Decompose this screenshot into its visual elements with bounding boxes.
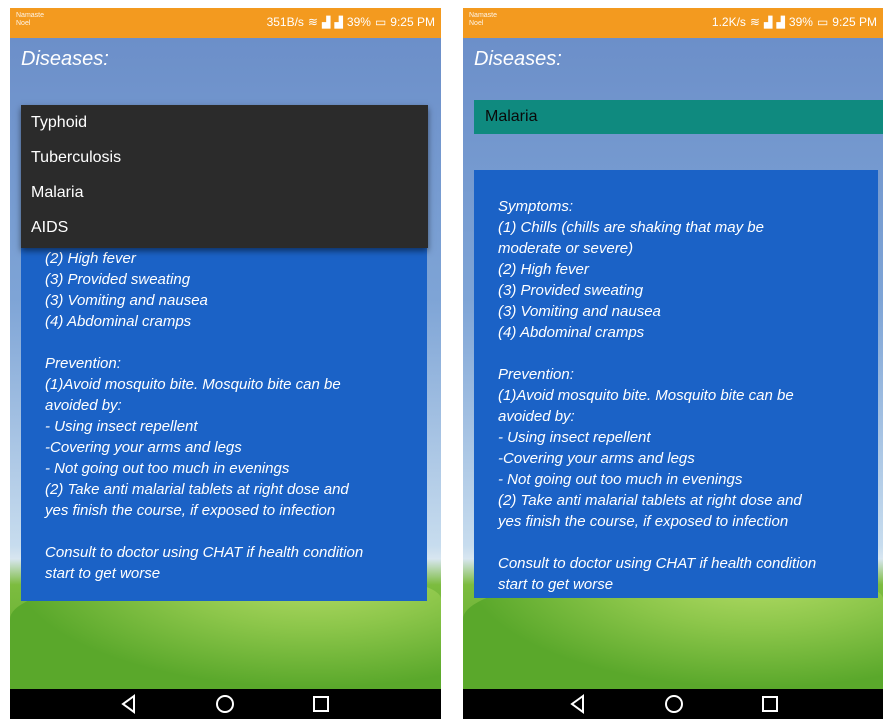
symptom-item: (4) Abdominal cramps — [45, 313, 192, 330]
status-indicators: 1.2K/s ≋ ▟ ▟ 39% ▭ 9:25 PM — [712, 15, 877, 29]
symptom-item: (3) Vomiting and nausea — [498, 303, 661, 320]
symptom-item: moderate or severe) — [498, 240, 634, 257]
recents-square-icon[interactable] — [759, 693, 781, 715]
carrier-label-top: Namaste — [16, 12, 45, 19]
status-indicators: 351B/s ≋ ▟ ▟ 39% ▭ 9:25 PM — [267, 15, 435, 29]
page-title: Diseases: — [21, 48, 109, 70]
symptom-item: (3) Provided sweating — [45, 271, 191, 288]
prevention-item: avoided by: — [45, 397, 122, 414]
status-bar: Namaste Noel 351B/s ≋ ▟ ▟ 39% ▭ 9:25 PM — [10, 8, 441, 38]
prevention-item: -Covering your arms and legs — [45, 439, 242, 456]
wifi-icon: ≋ — [749, 15, 760, 29]
clock: 9:25 PM — [832, 15, 877, 29]
navigation-bar — [10, 689, 441, 719]
dropdown-option-tuberculosis[interactable]: Tuberculosis — [21, 140, 428, 175]
prevention-item: yes finish the course, if exposed to inf… — [498, 513, 789, 530]
symptom-item: (3) Vomiting and nausea — [45, 292, 208, 309]
disease-info-panel: (2) High fever (3) Provided sweating (3)… — [21, 198, 427, 601]
prevention-item: -Covering your arms and legs — [498, 450, 695, 467]
back-triangle-icon[interactable] — [118, 693, 140, 715]
prevention-heading: Prevention: — [45, 355, 121, 372]
signal-icon-2: ▟ — [334, 16, 343, 29]
carrier-label-bottom: Noel — [16, 20, 31, 27]
prevention-item: avoided by: — [498, 408, 575, 425]
wifi-icon: ≋ — [307, 15, 318, 29]
prevention-item: - Not going out too much in evenings — [498, 471, 743, 488]
phone-screen-right: Namaste Noel 1.2K/s ≋ ▟ ▟ 39% ▭ 9:25 PM … — [463, 8, 883, 719]
battery-icon: ▭ — [374, 15, 387, 29]
symptom-item: (2) High fever — [45, 250, 136, 267]
clock: 9:25 PM — [390, 15, 435, 29]
prevention-item: yes finish the course, if exposed to inf… — [45, 502, 336, 519]
page-title: Diseases: — [474, 48, 562, 70]
dropdown-option-typhoid[interactable]: Typhoid — [21, 105, 428, 140]
network-speed: 1.2K/s — [711, 15, 746, 29]
home-circle-icon[interactable] — [663, 693, 685, 715]
battery-icon: ▭ — [816, 15, 829, 29]
disease-dropdown-menu[interactable]: Typhoid Tuberculosis Malaria AIDS — [21, 105, 428, 248]
signal-icon-2: ▟ — [776, 16, 785, 29]
prevention-item: - Using insect repellent — [498, 429, 651, 446]
prevention-item: - Using insect repellent — [45, 418, 198, 435]
network-speed: 351B/s — [266, 15, 304, 29]
prevention-item: - Not going out too much in evenings — [45, 460, 290, 477]
recents-square-icon[interactable] — [310, 693, 332, 715]
phone-screen-left: Namaste Noel 351B/s ≋ ▟ ▟ 39% ▭ 9:25 PM … — [10, 8, 441, 719]
prevention-heading: Prevention: — [498, 366, 574, 383]
consult-text: Consult to doctor using CHAT if health c… — [45, 544, 364, 561]
signal-icon: ▟ — [763, 16, 773, 29]
back-triangle-icon[interactable] — [567, 693, 589, 715]
status-bar: Namaste Noel 1.2K/s ≋ ▟ ▟ 39% ▭ 9:25 PM — [463, 8, 883, 38]
app-content: Diseases: Malaria Symptoms: (1) Chills (… — [463, 38, 883, 689]
symptom-item: (1) Chills (chills are shaking that may … — [498, 219, 764, 236]
prevention-item: (2) Take anti malarial tablets at right … — [498, 492, 802, 509]
carrier-name: Namaste Noel — [469, 12, 497, 28]
symptoms-heading: Symptoms: — [498, 198, 574, 215]
symptom-item: (2) High fever — [498, 261, 589, 278]
consult-text: Consult to doctor using CHAT if health c… — [498, 555, 817, 572]
signal-icon: ▟ — [321, 16, 331, 29]
disease-info-panel: Symptoms: (1) Chills (chills are shaking… — [474, 170, 878, 598]
prevention-item: (1)Avoid mosquito bite. Mosquito bite ca… — [45, 376, 341, 393]
battery-percent: 39% — [788, 15, 813, 29]
prevention-item: (1)Avoid mosquito bite. Mosquito bite ca… — [498, 387, 794, 404]
app-content: Diseases: (2) High fever (3) Provided sw… — [10, 38, 441, 689]
symptom-item: (4) Abdominal cramps — [498, 324, 645, 341]
navigation-bar — [463, 689, 883, 719]
symptom-item: (3) Provided sweating — [498, 282, 644, 299]
home-circle-icon[interactable] — [214, 693, 236, 715]
carrier-name: Namaste Noel — [16, 12, 44, 28]
consult-text: start to get worse — [45, 565, 161, 582]
dropdown-option-malaria[interactable]: Malaria — [21, 175, 428, 210]
carrier-label-bottom: Noel — [469, 20, 484, 27]
prevention-item: (2) Take anti malarial tablets at right … — [45, 481, 349, 498]
carrier-label-top: Namaste — [469, 12, 498, 19]
battery-percent: 39% — [346, 15, 371, 29]
disease-spinner-selected[interactable]: Malaria — [474, 100, 883, 134]
consult-text: start to get worse — [498, 576, 614, 593]
dropdown-option-aids[interactable]: AIDS — [21, 210, 428, 245]
